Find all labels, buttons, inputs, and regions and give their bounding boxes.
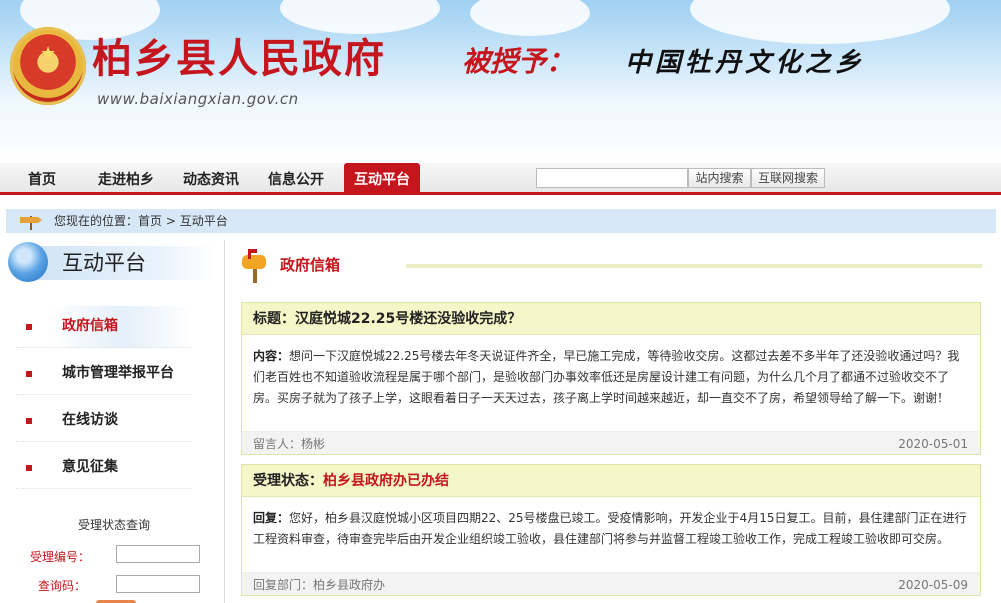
sidebar-item-opinion-collection[interactable]: 意见征集	[16, 447, 192, 489]
sidebar-item-label: 意见征集	[62, 459, 118, 475]
query-code-label: 查询码：	[38, 579, 87, 593]
query-id-label: 受理编号：	[30, 550, 91, 564]
letter-title-label: 标题：	[253, 311, 295, 327]
sidebar-header: 互动平台	[8, 242, 216, 284]
bullet-icon	[26, 324, 32, 330]
main-nav: 首页 走进柏乡 动态资讯 信息公开 互动平台 站内搜索 互联网搜索	[0, 163, 1001, 195]
breadcrumb-home-link[interactable]: 首页	[138, 214, 162, 228]
letter-card: 标题：汉庭悦城22.25号楼还没验收完成？ 内容：想问一下汉庭悦城22.25号楼…	[241, 302, 981, 455]
breadcrumb-prefix: 您现在的位置：	[54, 214, 139, 228]
nav-item-about[interactable]: 走进柏乡	[98, 163, 154, 195]
reply-dept: 柏乡县政府办	[313, 578, 386, 592]
nav-item-info-disclosure[interactable]: 信息公开	[268, 163, 324, 195]
sidebar-item-online-interview[interactable]: 在线访谈	[16, 400, 192, 442]
letter-title: 汉庭悦城22.25号楼还没验收完成？	[295, 311, 522, 327]
reply-label: 回复：	[253, 511, 290, 525]
bullet-icon	[26, 371, 32, 377]
site-url: www.baixiangxian.gov.cn	[97, 90, 299, 108]
query-title: 受理状态查询	[78, 518, 151, 532]
reply-dept-label: 回复部门：	[253, 578, 314, 592]
bullet-icon	[26, 465, 32, 471]
reply-card: 受理状态：柏乡县政府办已办结 回复：您好，柏乡县汉庭悦城小区项目四期22、25号…	[241, 464, 981, 596]
status-label: 受理状态：	[253, 473, 323, 489]
sidebar-item-label: 城市管理举报平台	[62, 365, 174, 381]
nav-item-news[interactable]: 动态资讯	[183, 163, 239, 195]
letter-content: 想问一下汉庭悦城22.25号楼去年冬天说证件齐全，早已施工完成，等待验收交房。这…	[253, 349, 960, 405]
nav-item-home[interactable]: 首页	[28, 163, 56, 195]
section-title-underline	[406, 264, 982, 268]
author-name: 杨彬	[301, 437, 326, 451]
section-title: 政府信箱	[280, 256, 341, 274]
site-search-button[interactable]: 站内搜索	[688, 168, 751, 188]
slogan-text: 中国牡丹文化之乡	[625, 48, 866, 78]
letter-title-row: 标题：汉庭悦城22.25号楼还没验收完成？	[242, 303, 980, 335]
site-name: 柏乡县人民政府	[92, 35, 386, 82]
reply-content: 您好，柏乡县汉庭悦城小区项目四期22、25号楼盘已竣工。受疫情影响，开发企业于4…	[253, 511, 967, 546]
letter-content-label: 内容：	[253, 349, 290, 363]
breadcrumb-current[interactable]: 互动平台	[180, 214, 228, 228]
sidebar-item-label: 政府信箱	[62, 318, 118, 334]
site-banner: ★ 柏乡县人民政府 被授予： 中国牡丹文化之乡 www.baixiangxian…	[0, 0, 1001, 163]
sidebar-item-city-report[interactable]: 城市管理举报平台	[16, 353, 192, 395]
globe-icon	[8, 242, 48, 282]
query-code-input[interactable]	[116, 575, 200, 593]
query-id-input[interactable]	[116, 545, 200, 563]
nav-item-interaction[interactable]: 互动平台	[344, 163, 420, 195]
sidebar-divider	[224, 240, 225, 603]
web-search-button[interactable]: 互联网搜索	[751, 168, 825, 188]
slogan-label: 被授予：	[462, 45, 575, 78]
search-input[interactable]	[536, 168, 688, 188]
sidebar-title: 互动平台	[62, 251, 146, 275]
section-header: 政府信箱	[240, 247, 982, 283]
sidebar-item-gov-mailbox[interactable]: 政府信箱	[16, 306, 192, 348]
signpost-icon	[20, 216, 42, 230]
breadcrumb: 您现在的位置：首页 > 互动平台	[6, 209, 996, 233]
cloud-decoration	[280, 0, 440, 34]
letter-footer: 留言人：杨彬 2020-05-01	[242, 431, 980, 454]
reply-footer: 回复部门：柏乡县政府办 2020-05-09	[242, 572, 980, 595]
reply-status-row: 受理状态：柏乡县政府办已办结	[242, 465, 980, 497]
bullet-icon	[26, 418, 32, 424]
status-badge: 柏乡县政府办已办结	[323, 473, 449, 489]
national-emblem-icon: ★	[10, 27, 86, 105]
cloud-decoration	[470, 0, 590, 36]
mailbox-icon	[242, 249, 266, 283]
author-label: 留言人：	[253, 437, 302, 451]
breadcrumb-separator: >	[162, 214, 180, 228]
reply-date: 2020-05-09	[898, 578, 968, 592]
cloud-decoration	[690, 0, 950, 44]
letter-date: 2020-05-01	[898, 437, 968, 451]
sidebar-item-label: 在线访谈	[62, 412, 118, 428]
